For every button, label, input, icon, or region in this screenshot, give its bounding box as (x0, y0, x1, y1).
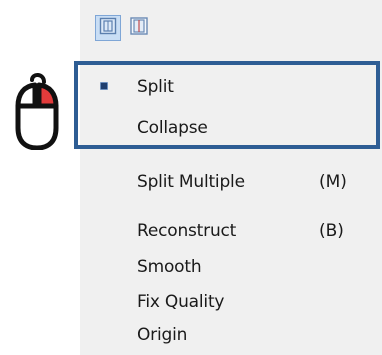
split-view-icon (99, 17, 117, 39)
selected-bullet-icon (100, 82, 108, 90)
menu-item-smooth[interactable]: Smooth (137, 252, 202, 282)
mouse-right-click-icon (2, 70, 72, 151)
menu-item-collapse[interactable]: Collapse (137, 113, 208, 143)
menu-item-split[interactable]: Split (137, 72, 174, 102)
view-toolbar (95, 10, 152, 46)
book-view-icon (129, 16, 149, 40)
shortcut-reconstruct: (B) (319, 221, 344, 241)
shortcut-split-multiple: (M) (319, 172, 347, 192)
book-view-button[interactable] (126, 15, 152, 41)
menu-item-origin[interactable]: Origin (137, 320, 187, 350)
split-view-button[interactable] (95, 15, 121, 41)
menu-item-split-multiple[interactable]: Split Multiple (137, 167, 245, 197)
menu-item-reconstruct[interactable]: Reconstruct (137, 216, 236, 246)
menu-item-fix-quality[interactable]: Fix Quality (137, 287, 224, 317)
